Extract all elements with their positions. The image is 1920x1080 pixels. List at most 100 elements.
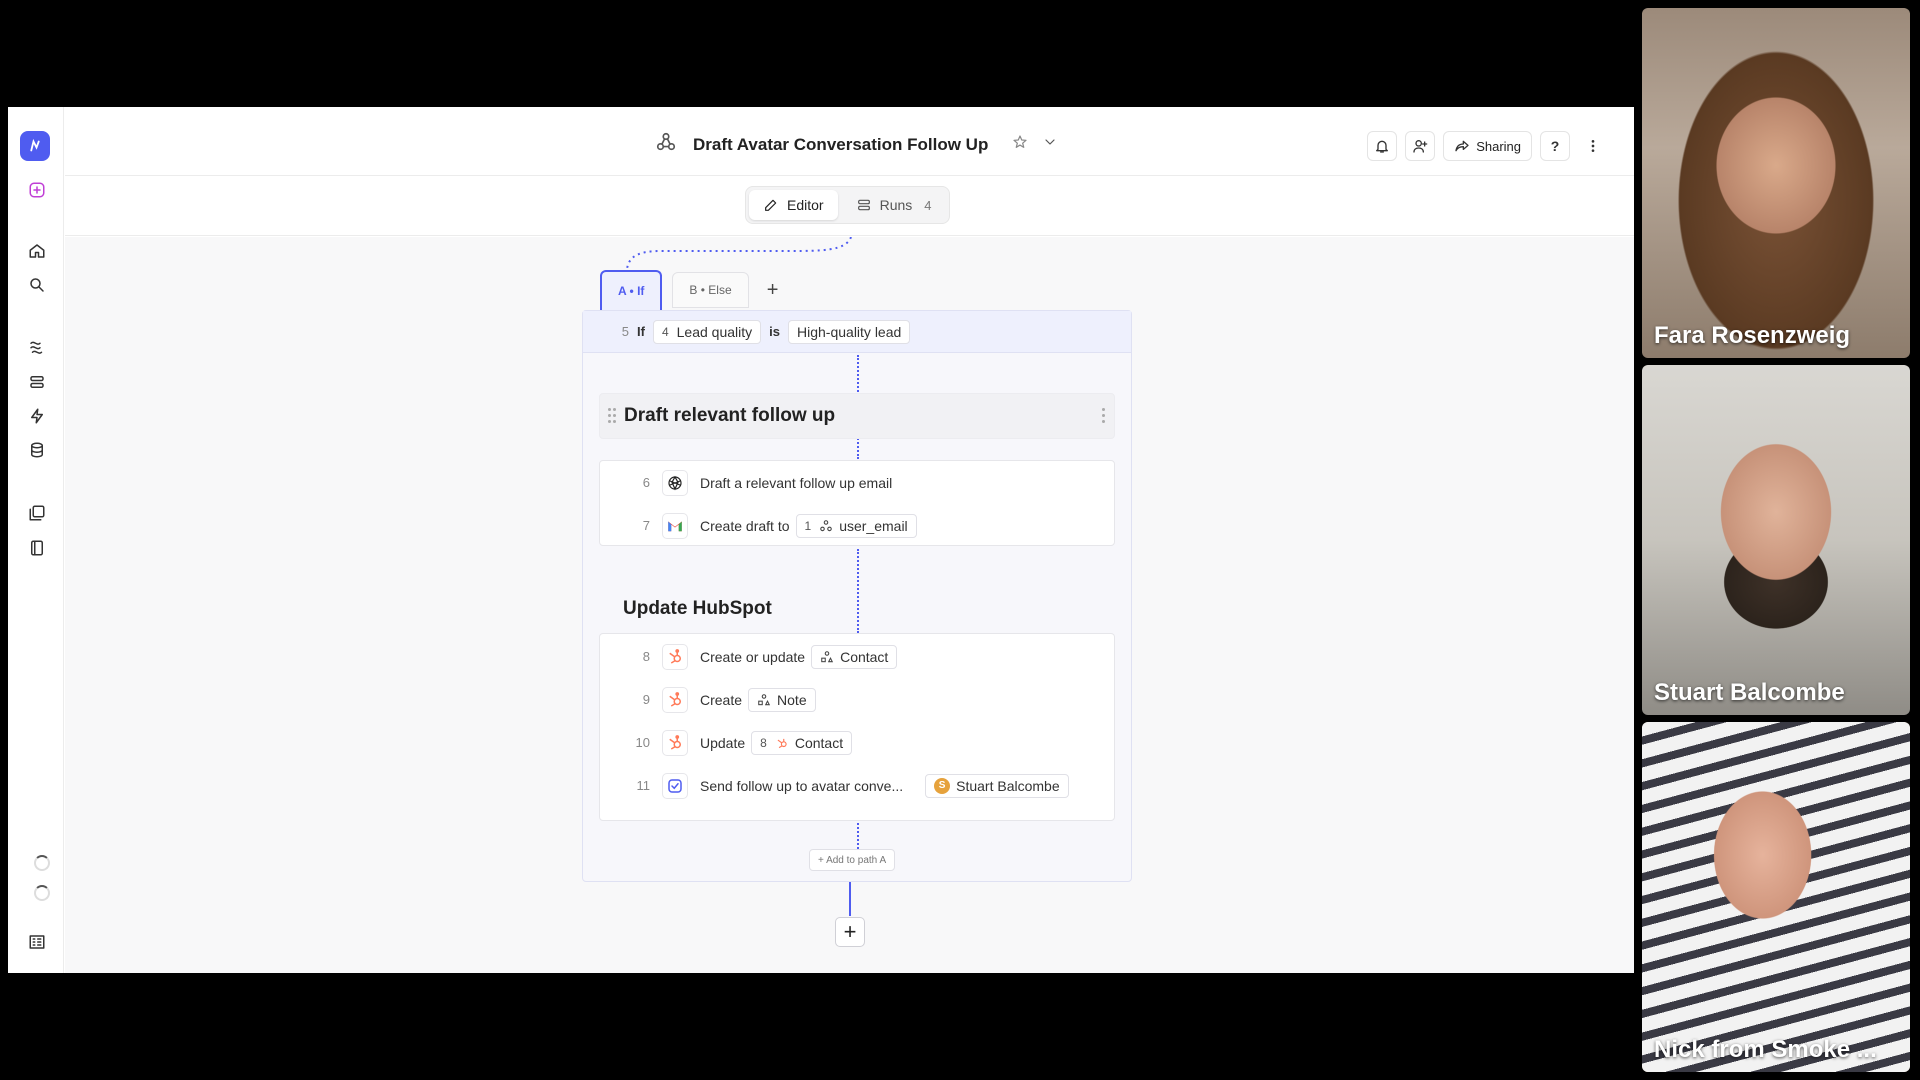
branch-tabs: A • If B • Else + [600, 270, 787, 310]
organization-icon[interactable] [24, 929, 50, 955]
star-icon[interactable] [1012, 134, 1028, 155]
step-group-card: 6 Draft a relevant follow up email 7 Cre… [599, 460, 1115, 546]
step-text: Send follow up to avatar conve... [700, 777, 904, 794]
group-title[interactable]: Update HubSpot [623, 598, 772, 620]
step-row[interactable]: 11 Send follow up to avatar conve... S S… [600, 764, 1114, 807]
search-icon[interactable] [24, 272, 50, 298]
step-row[interactable]: 9 Create Note [600, 678, 1114, 721]
step-row[interactable]: 6 Draft a relevant follow up email [600, 461, 1114, 504]
bell-icon [1376, 140, 1389, 153]
runs-icon [857, 199, 870, 211]
workflows-icon[interactable] [24, 334, 50, 360]
gmail-icon [662, 512, 688, 539]
object-name: Note [777, 691, 807, 708]
tab-editor-label: Editor [787, 197, 824, 213]
connector-curve [626, 237, 852, 270]
tab-runs[interactable]: Runs 4 [842, 190, 946, 220]
step-number: 6 [642, 475, 650, 490]
group-more-icon[interactable] [1102, 408, 1106, 424]
object-chip[interactable]: Contact [811, 644, 898, 669]
main-area: Draft Avatar Conversation Follow Up Shar… [65, 107, 1634, 973]
gallery-icon[interactable] [24, 500, 50, 526]
step-group-card: 8 Create or update Contact 9 Create Note… [599, 633, 1115, 821]
sharing-label: Sharing [1476, 138, 1521, 154]
variable-chip[interactable]: 8 Contact [751, 730, 853, 755]
mode-toggle: Editor Runs 4 [745, 186, 950, 224]
step-text: Create or update [700, 648, 806, 665]
loading-spinner-icon [34, 885, 50, 901]
chevron-down-icon[interactable] [1042, 134, 1058, 155]
step-text-wrap: Update 8 Contact [700, 730, 853, 755]
condition-step-number: 5 [621, 324, 629, 339]
docs-icon[interactable] [24, 535, 50, 561]
title-area: Draft Avatar Conversation Follow Up [655, 131, 1058, 158]
participant-name: Stuart Balcombe [1654, 679, 1845, 706]
participant-name: Nick from Smoke ... [1654, 1036, 1877, 1063]
database-icon[interactable] [24, 437, 50, 463]
keyword-is: is [769, 324, 780, 339]
tab-runs-label: Runs [879, 197, 913, 213]
participant-video: Nick from Smoke ... [1642, 722, 1910, 1072]
variable-name: Contact [794, 734, 844, 751]
step-row[interactable]: 10 Update 8 Contact [600, 721, 1114, 764]
step-number: 11 [636, 778, 651, 793]
loading-spinner-icon [34, 855, 50, 871]
connector-line [857, 823, 859, 849]
add-to-path-button[interactable]: + Add to path A [809, 849, 896, 871]
notifications-button[interactable] [1367, 131, 1398, 161]
path-a-panel: 5 If 4 Lead quality is High-quality lead [582, 310, 1132, 882]
step-row[interactable]: 8 Create or update Contact [600, 635, 1114, 678]
step-row[interactable]: 7 Create draft to 1 user_email [600, 504, 1114, 547]
app-logo[interactable] [20, 131, 50, 161]
left-rail [8, 107, 64, 973]
help-button[interactable]: ? [1540, 131, 1570, 161]
step-text-wrap: Create Note [700, 687, 816, 712]
lightning-icon[interactable] [24, 403, 50, 429]
top-bar: Draft Avatar Conversation Follow Up Shar… [65, 107, 1634, 176]
more-options-button[interactable] [1578, 131, 1608, 161]
step-text-wrap: Send follow up to avatar conve... S Stua… [700, 773, 1069, 798]
assignee-chip[interactable]: S Stuart Balcombe [925, 773, 1069, 798]
add-user-icon [1413, 140, 1428, 153]
participant-name: Fara Rosenzweig [1654, 322, 1851, 349]
variable-chip[interactable]: 1 user_email [795, 513, 917, 538]
page-title[interactable]: Draft Avatar Conversation Follow Up [693, 135, 988, 155]
tab-branch-a[interactable]: A • If [600, 270, 663, 310]
runs-list-icon[interactable] [24, 369, 50, 395]
keyword-if: If [637, 324, 645, 339]
help-label: ? [1550, 138, 1560, 154]
variable-ref-number: 8 [760, 735, 767, 750]
workflow-canvas[interactable]: A • If B • Else + 5 If 4 Lead quality is… [65, 237, 1634, 973]
condition-field-chip[interactable]: 4 Lead quality [652, 319, 762, 344]
condition-field: Lead quality [676, 323, 753, 340]
user-avatar: S [934, 777, 951, 794]
object-chip[interactable]: Note [748, 687, 816, 712]
step-text: Update [700, 734, 746, 751]
new-ai-icon[interactable] [24, 177, 50, 203]
objects-icon [821, 650, 834, 662]
workflow-icon [655, 131, 677, 158]
add-step-button[interactable]: + [835, 917, 865, 947]
objects-icon [758, 693, 771, 705]
group-header[interactable]: Draft relevant follow up [599, 393, 1115, 439]
home-icon[interactable] [24, 238, 50, 264]
tab-branch-b[interactable]: B • Else [672, 272, 749, 308]
add-branch-button[interactable]: + [759, 276, 787, 304]
workflow-icon [820, 519, 832, 531]
step-text: Draft a relevant follow up email [700, 474, 893, 491]
condition-row[interactable]: 5 If 4 Lead quality is High-quality lead [583, 311, 1131, 353]
group-header[interactable]: Update HubSpot [599, 586, 1115, 632]
hubspot-icon [662, 686, 688, 713]
invite-user-button[interactable] [1405, 131, 1436, 161]
drag-handle-icon[interactable] [608, 408, 618, 424]
variable-ref-number: 1 [804, 518, 812, 533]
sharing-button[interactable]: Sharing [1443, 131, 1532, 161]
hubspot-icon [662, 643, 688, 670]
condition-value-chip[interactable]: High-quality lead [788, 319, 911, 344]
group-title[interactable]: Draft relevant follow up [624, 405, 835, 427]
pencil-icon [765, 199, 777, 211]
runs-count-badge: 4 [924, 197, 932, 213]
condition-ref-number: 4 [661, 324, 669, 339]
tab-editor[interactable]: Editor [749, 190, 838, 220]
step-number: 7 [642, 518, 650, 533]
